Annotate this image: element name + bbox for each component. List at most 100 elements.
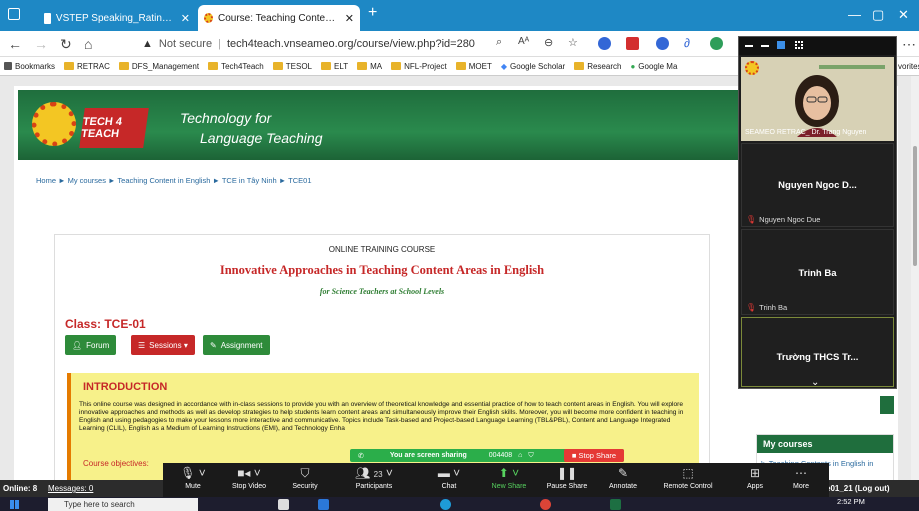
explorer-icon[interactable] <box>318 499 329 510</box>
logout-link[interactable]: e01_21 (Log out) <box>826 484 890 493</box>
folder-icon <box>455 61 466 70</box>
reload-icon[interactable]: ↻ <box>60 36 72 53</box>
close-tab-icon[interactable]: ✕ <box>345 12 354 25</box>
share-icon: ⬆︎ ˅ <box>498 466 520 480</box>
warning-icon: ▲ <box>142 38 153 50</box>
extension-icon[interactable] <box>598 37 611 50</box>
gallery-view-icon[interactable] <box>795 41 803 49</box>
active-speaker-tile[interactable]: SEAMEO RETRAC_ Dr. Trang Nguyen <box>741 57 894 141</box>
video-icon: ■◂ ˅ <box>237 466 261 480</box>
bookmark-item[interactable]: RETRAC <box>64 61 110 71</box>
participant-tile[interactable]: Trinh Ba 🎙︎ Trinh Ba <box>741 229 894 315</box>
more-button[interactable]: ⋯ More <box>771 463 831 497</box>
my-courses-title[interactable]: My courses <box>757 435 893 453</box>
back-icon[interactable]: ← <box>8 36 22 52</box>
favorite-icon[interactable]: ☆ <box>568 36 578 49</box>
bookmark-item[interactable]: ● Google Ma <box>630 62 677 71</box>
chevron-down-icon[interactable]: ⌄ <box>811 377 819 388</box>
bookmark-item[interactable]: Research <box>574 61 621 71</box>
maximize-icon[interactable]: ▢ <box>872 7 884 23</box>
security-button[interactable]: ⛉ Security <box>275 463 335 497</box>
tech4teach-logo[interactable]: TECH 4 TEACH <box>79 108 149 148</box>
mute-button[interactable]: 🎙︎ ˅ Mute <box>163 463 223 497</box>
search-icon[interactable]: ⌕ <box>496 36 502 49</box>
bookmark-item[interactable]: DFS_Management <box>118 61 199 71</box>
restore-panel-icon[interactable] <box>761 45 769 47</box>
forum-button[interactable]: 👤︎ Forum <box>65 335 117 355</box>
seameo-logo[interactable] <box>32 102 76 146</box>
edge-icon[interactable] <box>440 499 451 510</box>
participants-button[interactable]: 👥︎ 23 ˅ Participants <box>339 463 409 497</box>
minimize-panel-icon[interactable] <box>745 45 753 47</box>
minimize-icon[interactable]: — <box>848 7 861 22</box>
bookmarks-icon <box>4 61 12 70</box>
speaker-view-icon[interactable] <box>777 41 785 49</box>
mic-muted-icon: 🎙︎ <box>746 215 757 224</box>
messages-link[interactable]: Messages: 0 <box>48 484 93 493</box>
read-aloud-icon[interactable]: Aᴬ <box>518 36 529 47</box>
folder-icon <box>64 61 75 70</box>
participant-tile[interactable]: Nguyen Ngoc D... 🎙︎ Nguyen Ngoc Due <box>741 143 894 227</box>
task-view-icon[interactable] <box>278 499 289 510</box>
pdf-icon <box>44 12 51 24</box>
windows-taskbar: Type here to search 2:52 PM <box>0 497 919 511</box>
zoom-icon[interactable]: ⊖ <box>544 36 553 49</box>
tab-vstep[interactable]: VSTEP Speaking_Rating Scale.pdf ✕ <box>38 5 196 31</box>
tab-course[interactable]: Course: Teaching Contents in En ✕ <box>198 5 360 31</box>
scrollbar-thumb[interactable] <box>913 146 917 266</box>
retrac-header-strip <box>819 65 885 69</box>
participant-display-name: Nguyen Ngoc D... <box>778 180 857 191</box>
remote-control-button[interactable]: ⬚ Remote Control <box>653 463 723 497</box>
extension-icon[interactable] <box>626 37 639 50</box>
tab-actions-icon[interactable] <box>8 8 20 20</box>
bookmark-item[interactable]: NFL-Project <box>391 61 447 71</box>
url-field[interactable]: ▲ Not secure | tech4teach.vnseameo.org/c… <box>142 34 742 54</box>
extension-icon[interactable] <box>656 37 669 50</box>
annotate-button[interactable]: ✎ Annotate <box>593 463 653 497</box>
bookmark-item[interactable]: ◆ Google Scholar <box>501 62 565 71</box>
pause-share-button[interactable]: ❚❚ Pause Share <box>537 463 597 497</box>
chat-button[interactable]: ▬ ˅ Chat <box>419 463 479 497</box>
block-toggle[interactable] <box>880 396 894 414</box>
bookmark-item[interactable]: MOET <box>455 61 492 71</box>
browser-tab-bar: VSTEP Speaking_Rating Scale.pdf ✕ Course… <box>0 0 919 31</box>
bookmark-item[interactable]: Bookmarks <box>4 61 55 71</box>
course-kind: ONLINE TRAINING COURSE <box>328 245 436 254</box>
windows-start-icon[interactable] <box>10 500 19 509</box>
not-secure-label: Not secure <box>158 38 213 50</box>
new-share-button[interactable]: ⬆︎ ˅ New Share <box>479 463 539 497</box>
chat-icon: ▬ ˅ <box>437 466 461 480</box>
page-scrollbar[interactable] <box>911 76 919 497</box>
extension-icon[interactable] <box>710 37 723 50</box>
stop-share-button[interactable]: ■ Stop Share <box>564 449 624 462</box>
more-menu-icon[interactable]: ⋯ <box>902 36 916 53</box>
participant-label: 🎙︎ Trinh Ba <box>746 303 788 312</box>
folder-icon <box>574 61 585 70</box>
chrome-icon[interactable] <box>540 499 551 510</box>
folder-icon <box>272 61 283 70</box>
bookmark-item[interactable]: MA <box>357 61 382 71</box>
home-icon[interactable]: ⌂ <box>84 36 92 52</box>
assignment-button[interactable]: ✎ Assignment <box>203 335 270 355</box>
close-window-icon[interactable]: ✕ <box>898 7 909 23</box>
sessions-button[interactable]: ☰ Sessions ▾ <box>131 335 195 355</box>
scholar-icon: ◆ <box>500 61 508 71</box>
breadcrumb[interactable]: Home ► My courses ► Teaching Content in … <box>36 176 312 185</box>
participant-display-name: Trường THCS Tr... <box>776 352 859 363</box>
bookmark-item[interactable]: TESOL <box>272 61 312 71</box>
clock[interactable]: 2:52 PM <box>837 497 865 506</box>
bookmark-item[interactable]: ELT <box>321 61 348 71</box>
close-tab-icon[interactable]: ✕ <box>181 12 190 25</box>
pencil-icon: ✎ <box>210 340 217 350</box>
link-icon[interactable]: ∂ <box>684 36 690 50</box>
pause-icon: ❚❚ <box>556 466 578 480</box>
taskbar-search-input[interactable]: Type here to search <box>48 498 198 511</box>
signal-icon: ⌂ <box>518 452 523 459</box>
stop-video-button[interactable]: ■◂ ˅ Stop Video <box>219 463 279 497</box>
new-tab-button[interactable]: + <box>368 4 377 22</box>
bookmark-item[interactable]: vorites <box>898 62 919 71</box>
excel-icon[interactable] <box>610 499 621 510</box>
forward-icon[interactable]: → <box>34 36 48 52</box>
bookmark-item[interactable]: Tech4Teach <box>208 61 264 71</box>
phone-icon: ✆ <box>358 452 364 460</box>
